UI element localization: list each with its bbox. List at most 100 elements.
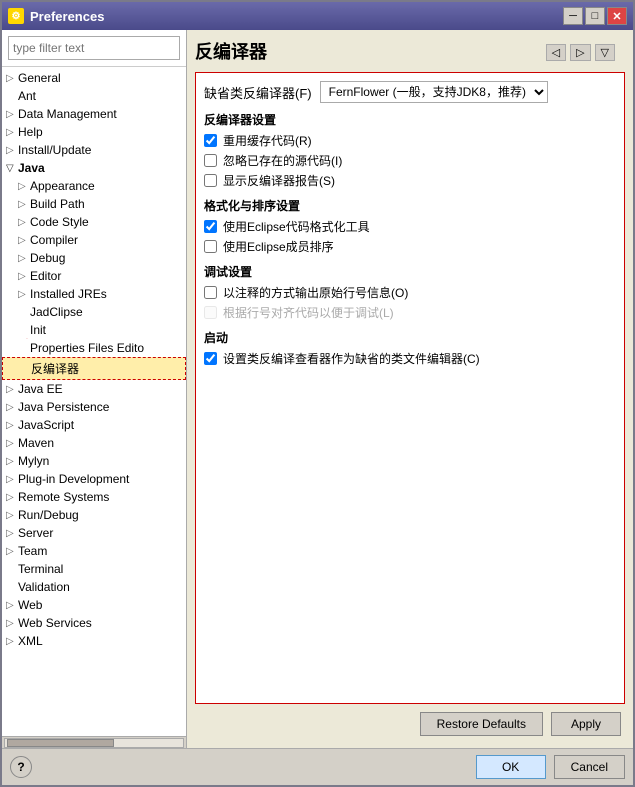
tree-label: Java	[18, 161, 45, 175]
scrollbar-thumb[interactable]	[7, 739, 114, 747]
tree-item-compiler[interactable]: ▷ Compiler	[2, 231, 186, 249]
arrow-icon: ▷	[18, 289, 30, 300]
tree-item-mylyn[interactable]: ▷ Mylyn	[2, 452, 186, 470]
tree-item-data-management[interactable]: ▷ Data Management	[2, 105, 186, 123]
arrow-icon: ▷	[6, 438, 18, 449]
checkbox-line-info[interactable]	[204, 286, 217, 299]
tree-item-javascript[interactable]: ▷ JavaScript	[2, 416, 186, 434]
tree-item-server[interactable]: ▷ Server	[2, 524, 186, 542]
tree-item-help[interactable]: ▷ Help	[2, 123, 186, 141]
tree-item-properties[interactable]: Properties Files Edito	[2, 339, 186, 357]
tree-item-code-style[interactable]: ▷ Code Style	[2, 213, 186, 231]
tree-item-appearance[interactable]: ▷ Appearance	[2, 177, 186, 195]
checkbox-eclipse-format[interactable]	[204, 220, 217, 233]
tree-item-editor[interactable]: ▷ Editor	[2, 267, 186, 285]
tree-label: Appearance	[30, 179, 95, 193]
tree-item-plugin-dev[interactable]: ▷ Plug-in Development	[2, 470, 186, 488]
section-format-settings: 格式化与排序设置	[204, 197, 616, 214]
arrow-icon: ▷	[6, 492, 18, 503]
arrow-icon: ▷	[6, 636, 18, 647]
checkbox-ignore-source[interactable]	[204, 154, 217, 167]
horizontal-scrollbar[interactable]	[2, 736, 186, 748]
close-button[interactable]: ✕	[607, 7, 627, 25]
minimize-button[interactable]: ─	[563, 7, 583, 25]
section-debug-settings: 调试设置	[204, 263, 616, 280]
checkbox-align-code[interactable]	[204, 306, 217, 319]
arrow-icon: ▷	[6, 546, 18, 557]
decompiler-select[interactable]: FernFlower (一般，支持JDK8，推荐)	[320, 81, 548, 103]
tree-item-jadclipse[interactable]: JadClipse	[2, 303, 186, 321]
tree-item-init[interactable]: Init ↓	[2, 321, 186, 339]
tree-item-run-debug[interactable]: ▷ Run/Debug	[2, 506, 186, 524]
tree-item-terminal[interactable]: Terminal	[2, 560, 186, 578]
decompiler-label: 缺省类反编译器(F)	[204, 83, 312, 102]
tree-label: Data Management	[18, 107, 117, 121]
tree-label: Build Path	[30, 197, 85, 211]
checkbox-cache[interactable]	[204, 134, 217, 147]
filter-input[interactable]	[8, 36, 180, 60]
decompiler-row: 缺省类反编译器(F) FernFlower (一般，支持JDK8，推荐)	[204, 81, 616, 103]
tree-item-web[interactable]: ▷ Web	[2, 596, 186, 614]
tree-label: Java Persistence	[18, 400, 109, 414]
arrow-icon: ▷	[6, 420, 18, 431]
arrow-icon: ▷	[6, 402, 18, 413]
title-bar-buttons: ─ □ ✕	[563, 7, 627, 25]
tree-item-debug[interactable]: ▷ Debug	[2, 249, 186, 267]
section-decompiler-settings: 反编译器设置	[204, 111, 616, 128]
tree-item-build-path[interactable]: ▷ Build Path	[2, 195, 186, 213]
content-area: ▷ General Ant ▷ Data Management ▷ Help	[2, 30, 633, 748]
forward-button[interactable]: ▷	[570, 44, 590, 61]
restore-defaults-button[interactable]: Restore Defaults	[420, 712, 543, 736]
dropdown-button[interactable]: ▽	[595, 44, 615, 61]
tree-item-general[interactable]: ▷ General	[2, 69, 186, 87]
back-button[interactable]: ◁	[546, 44, 566, 61]
arrow-icon: ▷	[6, 127, 18, 138]
tree-item-remote-systems[interactable]: ▷ Remote Systems	[2, 488, 186, 506]
tree-label: JadClipse	[30, 305, 83, 319]
checkbox-label-align-code: 根据行号对齐代码以便于调试(L)	[223, 304, 394, 321]
ok-cancel-buttons: OK Cancel	[476, 755, 625, 779]
ok-button[interactable]: OK	[476, 755, 546, 779]
tree-item-xml[interactable]: ▷ XML	[2, 632, 186, 650]
checkbox-show-report[interactable]	[204, 174, 217, 187]
tree-label: Mylyn	[18, 454, 49, 468]
tree-label: Init	[30, 323, 46, 337]
maximize-button[interactable]: □	[585, 7, 605, 25]
settings-box: 缺省类反编译器(F) FernFlower (一般，支持JDK8，推荐) 反编译…	[195, 72, 625, 704]
tree-item-validation[interactable]: Validation	[2, 578, 186, 596]
checkbox-eclipse-sort[interactable]	[204, 240, 217, 253]
tree-item-web-services[interactable]: ▷ Web Services	[2, 614, 186, 632]
checkbox-set-default-editor[interactable]	[204, 352, 217, 365]
arrow-icon: ▷	[18, 253, 30, 264]
checkbox-label-line-info: 以注释的方式输出原始行号信息(O)	[223, 284, 408, 301]
dialog-footer: ? OK Cancel	[2, 748, 633, 785]
tree-label: Web	[18, 598, 42, 612]
tree-label: Debug	[30, 251, 65, 265]
tree-label: Java EE	[18, 382, 63, 396]
scrollbar-track[interactable]	[4, 738, 184, 748]
tree-item-maven[interactable]: ▷ Maven	[2, 434, 186, 452]
tree-item-java-persistence[interactable]: ▷ Java Persistence	[2, 398, 186, 416]
tree-label: Help	[18, 125, 43, 139]
tree-item-installed-jres[interactable]: ▷ Installed JREs	[2, 285, 186, 303]
help-button[interactable]: ?	[10, 756, 32, 778]
left-panel: ▷ General Ant ▷ Data Management ▷ Help	[2, 30, 187, 748]
tree-item-decompiler[interactable]: 反编译器	[2, 357, 186, 380]
arrow-icon: ▷	[6, 600, 18, 611]
tree-item-ant[interactable]: Ant	[2, 87, 186, 105]
section-startup: 启动	[204, 329, 616, 346]
checkbox-row-eclipse-format: 使用Eclipse代码格式化工具	[204, 218, 616, 235]
arrow-icon: ▷	[6, 618, 18, 629]
apply-button[interactable]: Apply	[551, 712, 621, 736]
tree-item-java-ee[interactable]: ▷ Java EE	[2, 380, 186, 398]
arrow-icon: ▷	[18, 235, 30, 246]
tree-area: ▷ General Ant ▷ Data Management ▷ Help	[2, 67, 186, 736]
window-icon: ⚙	[8, 8, 24, 24]
tree-item-team[interactable]: ▷ Team	[2, 542, 186, 560]
tree-item-java[interactable]: ▽ Java	[2, 159, 186, 177]
tree-label: JavaScript	[18, 418, 74, 432]
preferences-window: ⚙ Preferences ─ □ ✕ ▷ General	[0, 0, 635, 787]
arrow-icon: ▷	[6, 528, 18, 539]
cancel-button[interactable]: Cancel	[554, 755, 625, 779]
tree-item-install-update[interactable]: ▷ Install/Update	[2, 141, 186, 159]
